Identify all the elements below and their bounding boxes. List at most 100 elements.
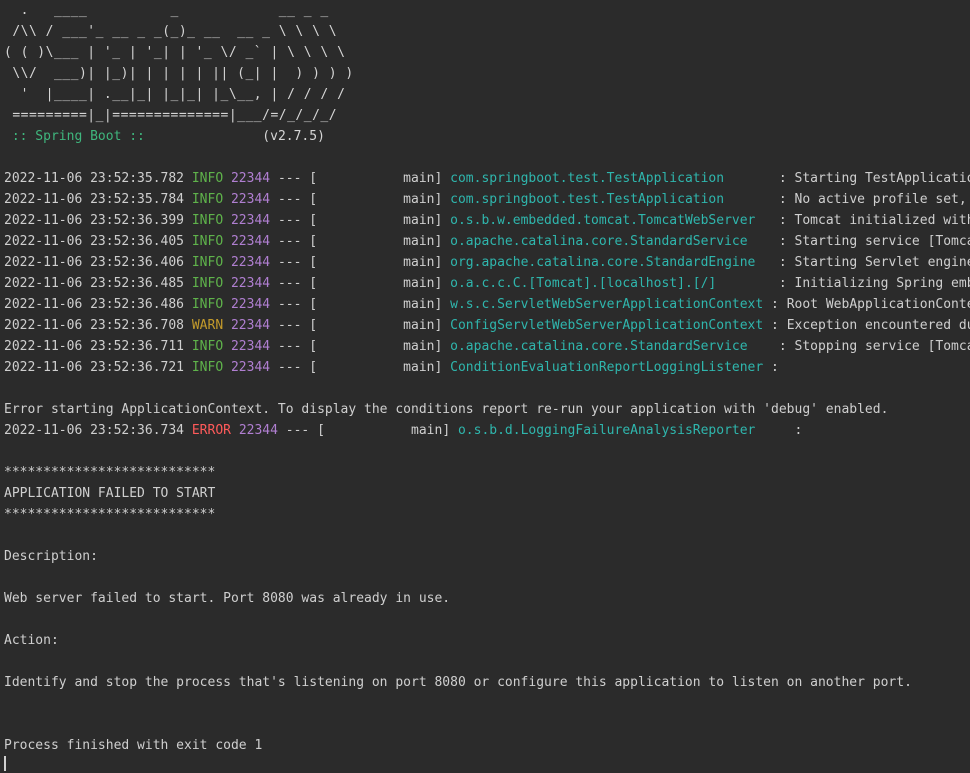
log-logger-link[interactable]: com.springboot.test.TestApplication: [450, 192, 771, 207]
log-timestamp: 2022-11-06 23:52:36.405: [4, 234, 185, 249]
log-message: : No active profile set, falling back: [778, 192, 967, 207]
log-thread: --- [ main]: [277, 423, 458, 438]
spring-boot-label: :: Spring Boot ::: [4, 129, 153, 144]
log-message: :: [771, 360, 787, 375]
log-level: INFO: [184, 192, 224, 207]
spring-boot-version-line: :: Spring Boot :: (v2.7.5): [4, 126, 970, 147]
banner-line: /\\ / ___'_ __ _ _(_)_ __ __ _ \ \ \ \: [4, 24, 338, 39]
log-pid: 22344: [230, 297, 271, 312]
log-thread: --- [ main]: [270, 192, 451, 207]
log-thread: --- [ main]: [270, 171, 451, 186]
log-logger-link[interactable]: o.a.c.c.C.[Tomcat].[localhost].[/]: [450, 276, 771, 291]
text-cursor: [4, 756, 6, 771]
log-level: INFO: [184, 234, 224, 249]
log-message: : Stopping service [Tomcat]: [771, 339, 970, 354]
console-output[interactable]: . ____ _ __ _ _ /\\ / ___'_ __ _ _(_)_ _…: [4, 0, 970, 773]
log-timestamp: 2022-11-06 23:52:36.721: [4, 360, 185, 375]
log-logger-link[interactable]: o.s.b.d.LoggingFailureAnalysisReporter: [458, 423, 779, 438]
log-timestamp: 2022-11-06 23:52:35.782: [4, 171, 185, 186]
log-thread: --- [ main]: [270, 318, 451, 333]
log-timestamp: 2022-11-06 23:52:36.711: [4, 339, 185, 354]
log-thread: --- [ main]: [270, 234, 451, 249]
log-message: : Root WebApplicationContext: [771, 297, 970, 312]
log-line: 2022-11-06 23:52:36.406 INFO 22344 --- […: [4, 252, 970, 273]
log-pid: 22344: [238, 423, 278, 438]
error-log-line: 2022-11-06 23:52:36.734 ERROR 22344 --- …: [4, 420, 970, 441]
banner-line: ( ( )\___ | '_ | '_| | '_ \/ _` | \ \ \ …: [4, 45, 346, 60]
log-thread: --- [ main]: [270, 255, 451, 270]
log-pid: 22344: [230, 171, 271, 186]
log-timestamp: 2022-11-06 23:52:36.485: [4, 276, 185, 291]
log-pid: 22344: [230, 255, 271, 270]
log-level: INFO: [184, 339, 224, 354]
log-level: INFO: [184, 360, 224, 375]
banner-line: \\/ ___)| |_)| | | | | || (_| | ) ) ) ): [4, 66, 354, 81]
banner-line: . ____ _ __ _ _: [4, 3, 329, 18]
log-message: : Starting Servlet engine: [771, 255, 970, 270]
failure-title: APPLICATION FAILED TO START: [4, 486, 216, 501]
log-message: : Starting service [Tomcat]: [771, 234, 970, 249]
log-thread: --- [ main]: [270, 276, 451, 291]
log-pid: 22344: [230, 276, 271, 291]
failure-stars-bottom: ***************************: [4, 507, 216, 522]
log-pid: 22344: [230, 318, 271, 333]
log-pid: 22344: [230, 360, 271, 375]
exit-message: Process finished with exit code 1: [4, 738, 263, 753]
log-level: ERROR: [184, 423, 231, 438]
log-level: WARN: [184, 318, 224, 333]
log-line: 2022-11-06 23:52:36.708 WARN 22344 --- […: [4, 315, 970, 336]
log-line: 2022-11-06 23:52:35.784 INFO 22344 --- […: [4, 189, 970, 210]
log-pid: 22344: [230, 234, 271, 249]
log-logger-link[interactable]: com.springboot.test.TestApplication: [450, 171, 771, 186]
failure-stars-top: ***************************: [4, 465, 216, 480]
log-thread: --- [ main]: [270, 339, 451, 354]
spring-boot-version: (v2.7.5): [152, 129, 325, 144]
log-line: 2022-11-06 23:52:35.782 INFO 22344 --- […: [4, 168, 970, 189]
log-thread: --- [ main]: [270, 297, 451, 312]
log-message: :: [778, 423, 811, 438]
log-logger-link[interactable]: o.apache.catalina.core.StandardService: [450, 339, 771, 354]
banner-line: ' |____| .__|_| |_|_| |_\__, | / / / /: [4, 87, 346, 102]
log-logger-link[interactable]: org.apache.catalina.core.StandardEngine: [450, 255, 771, 270]
log-timestamp: 2022-11-06 23:52:36.399: [4, 213, 185, 228]
log-logger-link[interactable]: ConditionEvaluationReportLoggingListener: [450, 360, 771, 375]
log-line: 2022-11-06 23:52:36.721 INFO 22344 --- […: [4, 357, 970, 378]
log-pid: 22344: [230, 192, 271, 207]
log-level: INFO: [184, 255, 224, 270]
action-text: Identify and stop the process that's lis…: [4, 675, 912, 690]
log-timestamp: 2022-11-06 23:52:36.406: [4, 255, 185, 270]
log-level: INFO: [184, 213, 224, 228]
log-logger-link[interactable]: o.apache.catalina.core.StandardService: [450, 234, 771, 249]
log-timestamp: 2022-11-06 23:52:36.486: [4, 297, 185, 312]
log-logger-link[interactable]: o.s.b.w.embedded.tomcat.TomcatWebServer: [450, 213, 771, 228]
log-message: : Tomcat initialized with port(s): [778, 213, 970, 228]
log-message: : Exception encountered during: [771, 318, 970, 333]
log-line: 2022-11-06 23:52:36.711 INFO 22344 --- […: [4, 336, 970, 357]
log-pid: 22344: [230, 213, 271, 228]
log-level: INFO: [184, 276, 224, 291]
action-label: Action:: [4, 633, 59, 648]
log-thread: --- [ main]: [270, 213, 451, 228]
log-timestamp: 2022-11-06 23:52:36.708: [4, 318, 185, 333]
log-line: 2022-11-06 23:52:36.485 INFO 22344 --- […: [4, 273, 970, 294]
description-text: Web server failed to start. Port 8080 wa…: [4, 591, 451, 606]
log-logger-link[interactable]: w.s.c.ServletWebServerApplicationContext: [450, 297, 771, 312]
log-thread: --- [ main]: [270, 360, 451, 375]
log-timestamp: 2022-11-06 23:52:35.784: [4, 192, 185, 207]
error-context-message: Error starting ApplicationContext. To di…: [4, 402, 889, 417]
log-message: : Starting TestApplication using Java: [778, 171, 970, 186]
log-pid: 22344: [230, 339, 271, 354]
log-message: : Initializing Spring embedded: [778, 276, 970, 291]
description-label: Description:: [4, 549, 98, 564]
log-logger-link[interactable]: ConfigServletWebServerApplicationContext: [450, 318, 771, 333]
log-timestamp: 2022-11-06 23:52:36.734: [4, 423, 185, 438]
banner-line: =========|_|==============|___/=/_/_/_/: [4, 108, 338, 123]
